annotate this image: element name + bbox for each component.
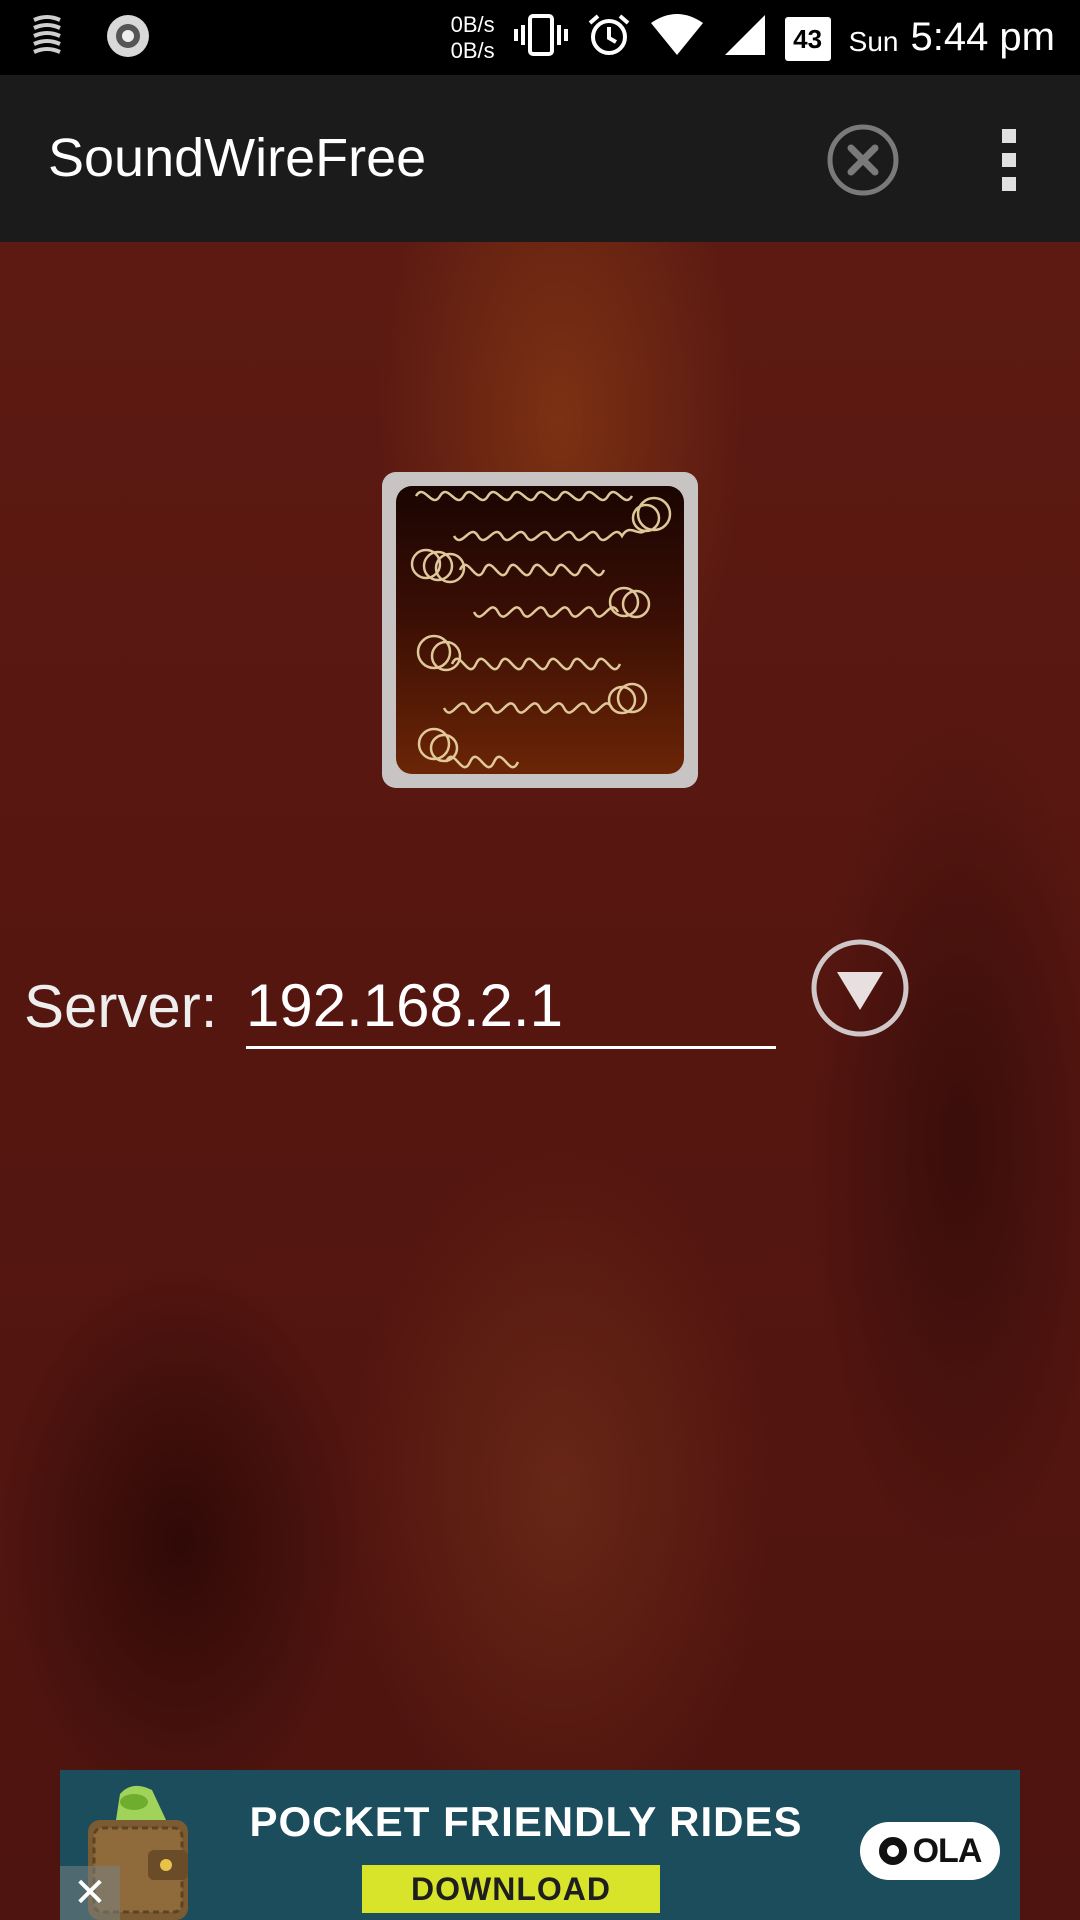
soundwire-logo <box>382 472 698 788</box>
battery-level: 43 <box>793 23 823 54</box>
ad-banner[interactable]: POCKET FRIENDLY RIDES DOWNLOAD OLA <box>60 1770 1020 1920</box>
ad-download-button[interactable]: DOWNLOAD <box>362 1865 660 1913</box>
screen: 0B/s 0B/s 43 Sun 5:44 pm SoundWireFree S… <box>0 0 1080 1920</box>
app-bar: SoundWireFree <box>0 75 1080 242</box>
alarm-icon <box>587 13 631 62</box>
eye-icon <box>104 12 152 65</box>
soundwire-spring-icon <box>30 14 64 63</box>
cell-signal-icon <box>723 13 767 62</box>
net-speed-up: 0B/s <box>450 11 495 37</box>
close-button[interactable] <box>826 123 900 197</box>
close-circle-icon <box>827 124 899 196</box>
dropdown-arrow-icon <box>811 939 909 1037</box>
status-left-icons <box>30 12 152 65</box>
ola-logo: OLA <box>860 1822 1000 1880</box>
overflow-menu-button[interactable] <box>990 123 1028 197</box>
ola-logo-text: OLA <box>912 1831 983 1870</box>
server-label: Server: <box>24 973 218 1040</box>
server-dropdown-button[interactable] <box>810 938 910 1038</box>
battery-icon: 43 <box>784 13 831 63</box>
status-bar: 0B/s 0B/s 43 Sun 5:44 pm <box>0 0 1080 75</box>
ad-close-button[interactable]: ✕ <box>60 1866 120 1920</box>
status-time: 5:44 pm <box>910 15 1055 59</box>
vibrate-icon <box>513 13 569 62</box>
wifi-icon <box>649 13 705 62</box>
net-speed-down: 0B/s <box>450 37 495 63</box>
soundwire-spring-logo <box>396 486 684 774</box>
ad-headline: POCKET FRIENDLY RIDES <box>249 1798 803 1845</box>
app-title: SoundWireFree <box>48 128 427 188</box>
server-input[interactable] <box>246 964 776 1049</box>
ola-logo-mark <box>878 1837 907 1865</box>
overflow-menu-icon <box>1002 129 1016 191</box>
network-speed: 0B/s 0B/s <box>451 12 495 64</box>
main-content: Server: <box>0 242 1080 1920</box>
server-row: Server: <box>0 942 1080 1072</box>
status-right: 0B/s 0B/s 43 Sun 5:44 pm <box>451 0 1055 75</box>
status-day: Sun <box>848 25 899 57</box>
